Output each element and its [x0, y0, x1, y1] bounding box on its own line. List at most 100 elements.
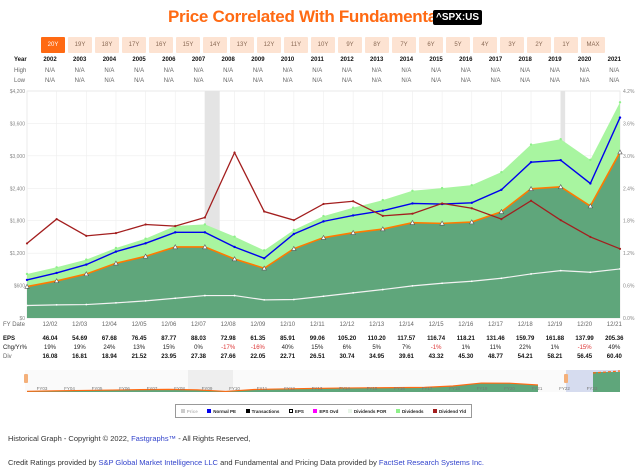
fy-row: FY Date 12/02 12/03 12/04 12/05 12/06 12/07 12/… [0, 322, 640, 332]
dividends-por-point [263, 298, 266, 301]
factset-link[interactable]: FactSet Research Systems Inc. [379, 458, 484, 467]
chg-cell: 24% [103, 345, 116, 351]
sp-global-link[interactable]: S&P Global Market Intelligence LLC [98, 458, 218, 467]
high-cell: N/A [74, 68, 85, 74]
range-navigator[interactable]: FY03 FY04 FY05 FY06 FY07 FY08 FY09 FY10 FY11 FY12… [0, 370, 640, 396]
range-button-4y[interactable]: 4Y [473, 37, 497, 53]
legend-item[interactable]: Dividend Yld [432, 408, 467, 414]
range-button-10y[interactable]: 10Y [311, 37, 335, 53]
high-cell: N/A [193, 68, 204, 74]
normal-pe-point [174, 231, 177, 234]
dividend-yield-point [618, 247, 622, 250]
years-cell: 2016 [459, 57, 473, 63]
fy-cell: 12/15 [428, 322, 444, 328]
high-cell: N/A [431, 68, 442, 74]
chg-cell: 15% [311, 345, 324, 351]
dividends-point [559, 138, 562, 141]
left-tick-label: $4,200 [10, 89, 26, 95]
eps-cell: 85.91 [280, 336, 296, 342]
range-button-12y[interactable]: 12Y [257, 37, 281, 53]
high-cell: N/A [371, 68, 382, 74]
dividends-point [322, 214, 325, 218]
legend-item[interactable]: Normal PE [207, 409, 236, 414]
normal-pe-point [25, 278, 29, 282]
fy-cell: 12/19 [547, 322, 563, 328]
right-tick-label: 1.2% [623, 251, 635, 257]
range-button-18y[interactable]: 18Y [95, 37, 119, 53]
years-cell: 2007 [191, 57, 206, 63]
legend-label: Dividend Yld [438, 408, 467, 414]
right-tick-label: 2.4% [623, 186, 635, 192]
low-cell: N/A [401, 78, 412, 84]
range-button-7y[interactable]: 7Y [392, 37, 416, 53]
range-button-15y[interactable]: 15Y [176, 37, 200, 53]
range-button-19y[interactable]: 19Y [68, 37, 92, 53]
copyright: Historical Graph - Copyright © 2022, Fas… [8, 434, 250, 443]
div-cell: 30.74 [339, 354, 355, 360]
normal-pe-point [114, 250, 118, 253]
dividends-point [233, 235, 236, 238]
dividend-yield-point [352, 200, 355, 203]
navigator-label: FY12 [284, 386, 295, 391]
chg-cell: 5% [372, 345, 382, 351]
range-button-14y[interactable]: 14Y [203, 37, 227, 53]
fy-cell: 12/17 [487, 322, 503, 328]
dividends-point [381, 198, 384, 202]
dividend-yield-point [85, 234, 88, 237]
years-cell: 2013 [370, 57, 384, 63]
legend-item[interactable]: Price [180, 409, 198, 414]
legend-item[interactable]: EPS Ovd [313, 409, 338, 414]
range-button-16y[interactable]: 16Y [149, 37, 173, 53]
range-button-max[interactable]: MAX [581, 37, 605, 53]
left-tick-label: $2,400 [10, 186, 26, 192]
range-button-6y[interactable]: 6Y [419, 37, 443, 53]
dividends-por-point [55, 303, 58, 306]
dividends-por-point [411, 284, 414, 287]
legend-item[interactable]: Transactions [245, 409, 279, 414]
high-cell: N/A [312, 68, 323, 74]
range-button-11y[interactable]: 11Y [284, 37, 308, 53]
dividends-por-point [441, 282, 443, 285]
legend-item[interactable]: Dividends POR [347, 408, 387, 414]
legend-item[interactable]: Dividends [395, 409, 423, 414]
fy-cell: 12/13 [369, 322, 385, 328]
fy-cell: 12/14 [398, 322, 414, 328]
fastgraphs-link[interactable]: Fastgraphs™ [131, 434, 176, 443]
range-button-3y[interactable]: 3Y [500, 37, 524, 53]
low-cell: N/A [223, 78, 234, 84]
fy-cell: 12/18 [517, 322, 533, 328]
legend-label: Dividends POR [353, 408, 387, 414]
range-button-5y[interactable]: 5Y [446, 37, 470, 53]
dividend-yield-point [114, 232, 118, 235]
range-button-2y[interactable]: 2Y [527, 37, 551, 53]
left-tick-label: $600 [14, 284, 25, 290]
navigator-left-handle[interactable] [24, 374, 28, 383]
range-button-8y[interactable]: 8Y [365, 37, 389, 53]
dividend-yield-point [500, 217, 503, 221]
range-button-1y[interactable]: 1Y [554, 37, 578, 53]
dividend-yield-point [174, 225, 177, 228]
range-button-9y[interactable]: 9Y [338, 37, 362, 53]
normal-pe-point [292, 232, 296, 236]
dividends-por-point [85, 303, 88, 306]
dividends-point [529, 143, 533, 146]
navigator-right-handle[interactable] [564, 374, 568, 383]
dividends-point [292, 228, 296, 232]
legend-item[interactable]: EPS [288, 409, 304, 414]
fy-cell: 12/21 [606, 322, 622, 328]
normal-pe-point [589, 182, 592, 185]
range-button-13y[interactable]: 13Y [230, 37, 254, 53]
high-cell: N/A [549, 68, 560, 74]
dividends-point [114, 246, 118, 250]
page-title: Price Correlated With Fundamentals [168, 7, 451, 26]
dividends-por-point [381, 288, 384, 291]
navigator-label: FY20 [504, 386, 515, 391]
chg-cell: 22% [519, 345, 532, 351]
range-button-17y[interactable]: 17Y [122, 37, 146, 53]
dividend-yield-point [25, 242, 29, 245]
range-button-20y[interactable]: 20Y [41, 37, 65, 53]
eps-cell: 110.20 [367, 336, 386, 342]
high-cell: N/A [282, 68, 293, 74]
range-buttons: 20Y 19Y 18Y 17Y 16Y 15Y 14Y 13Y 12Y 11Y 10Y 9Y 8Y 7Y 6… [41, 37, 605, 53]
dividend-yield-point [381, 214, 384, 217]
